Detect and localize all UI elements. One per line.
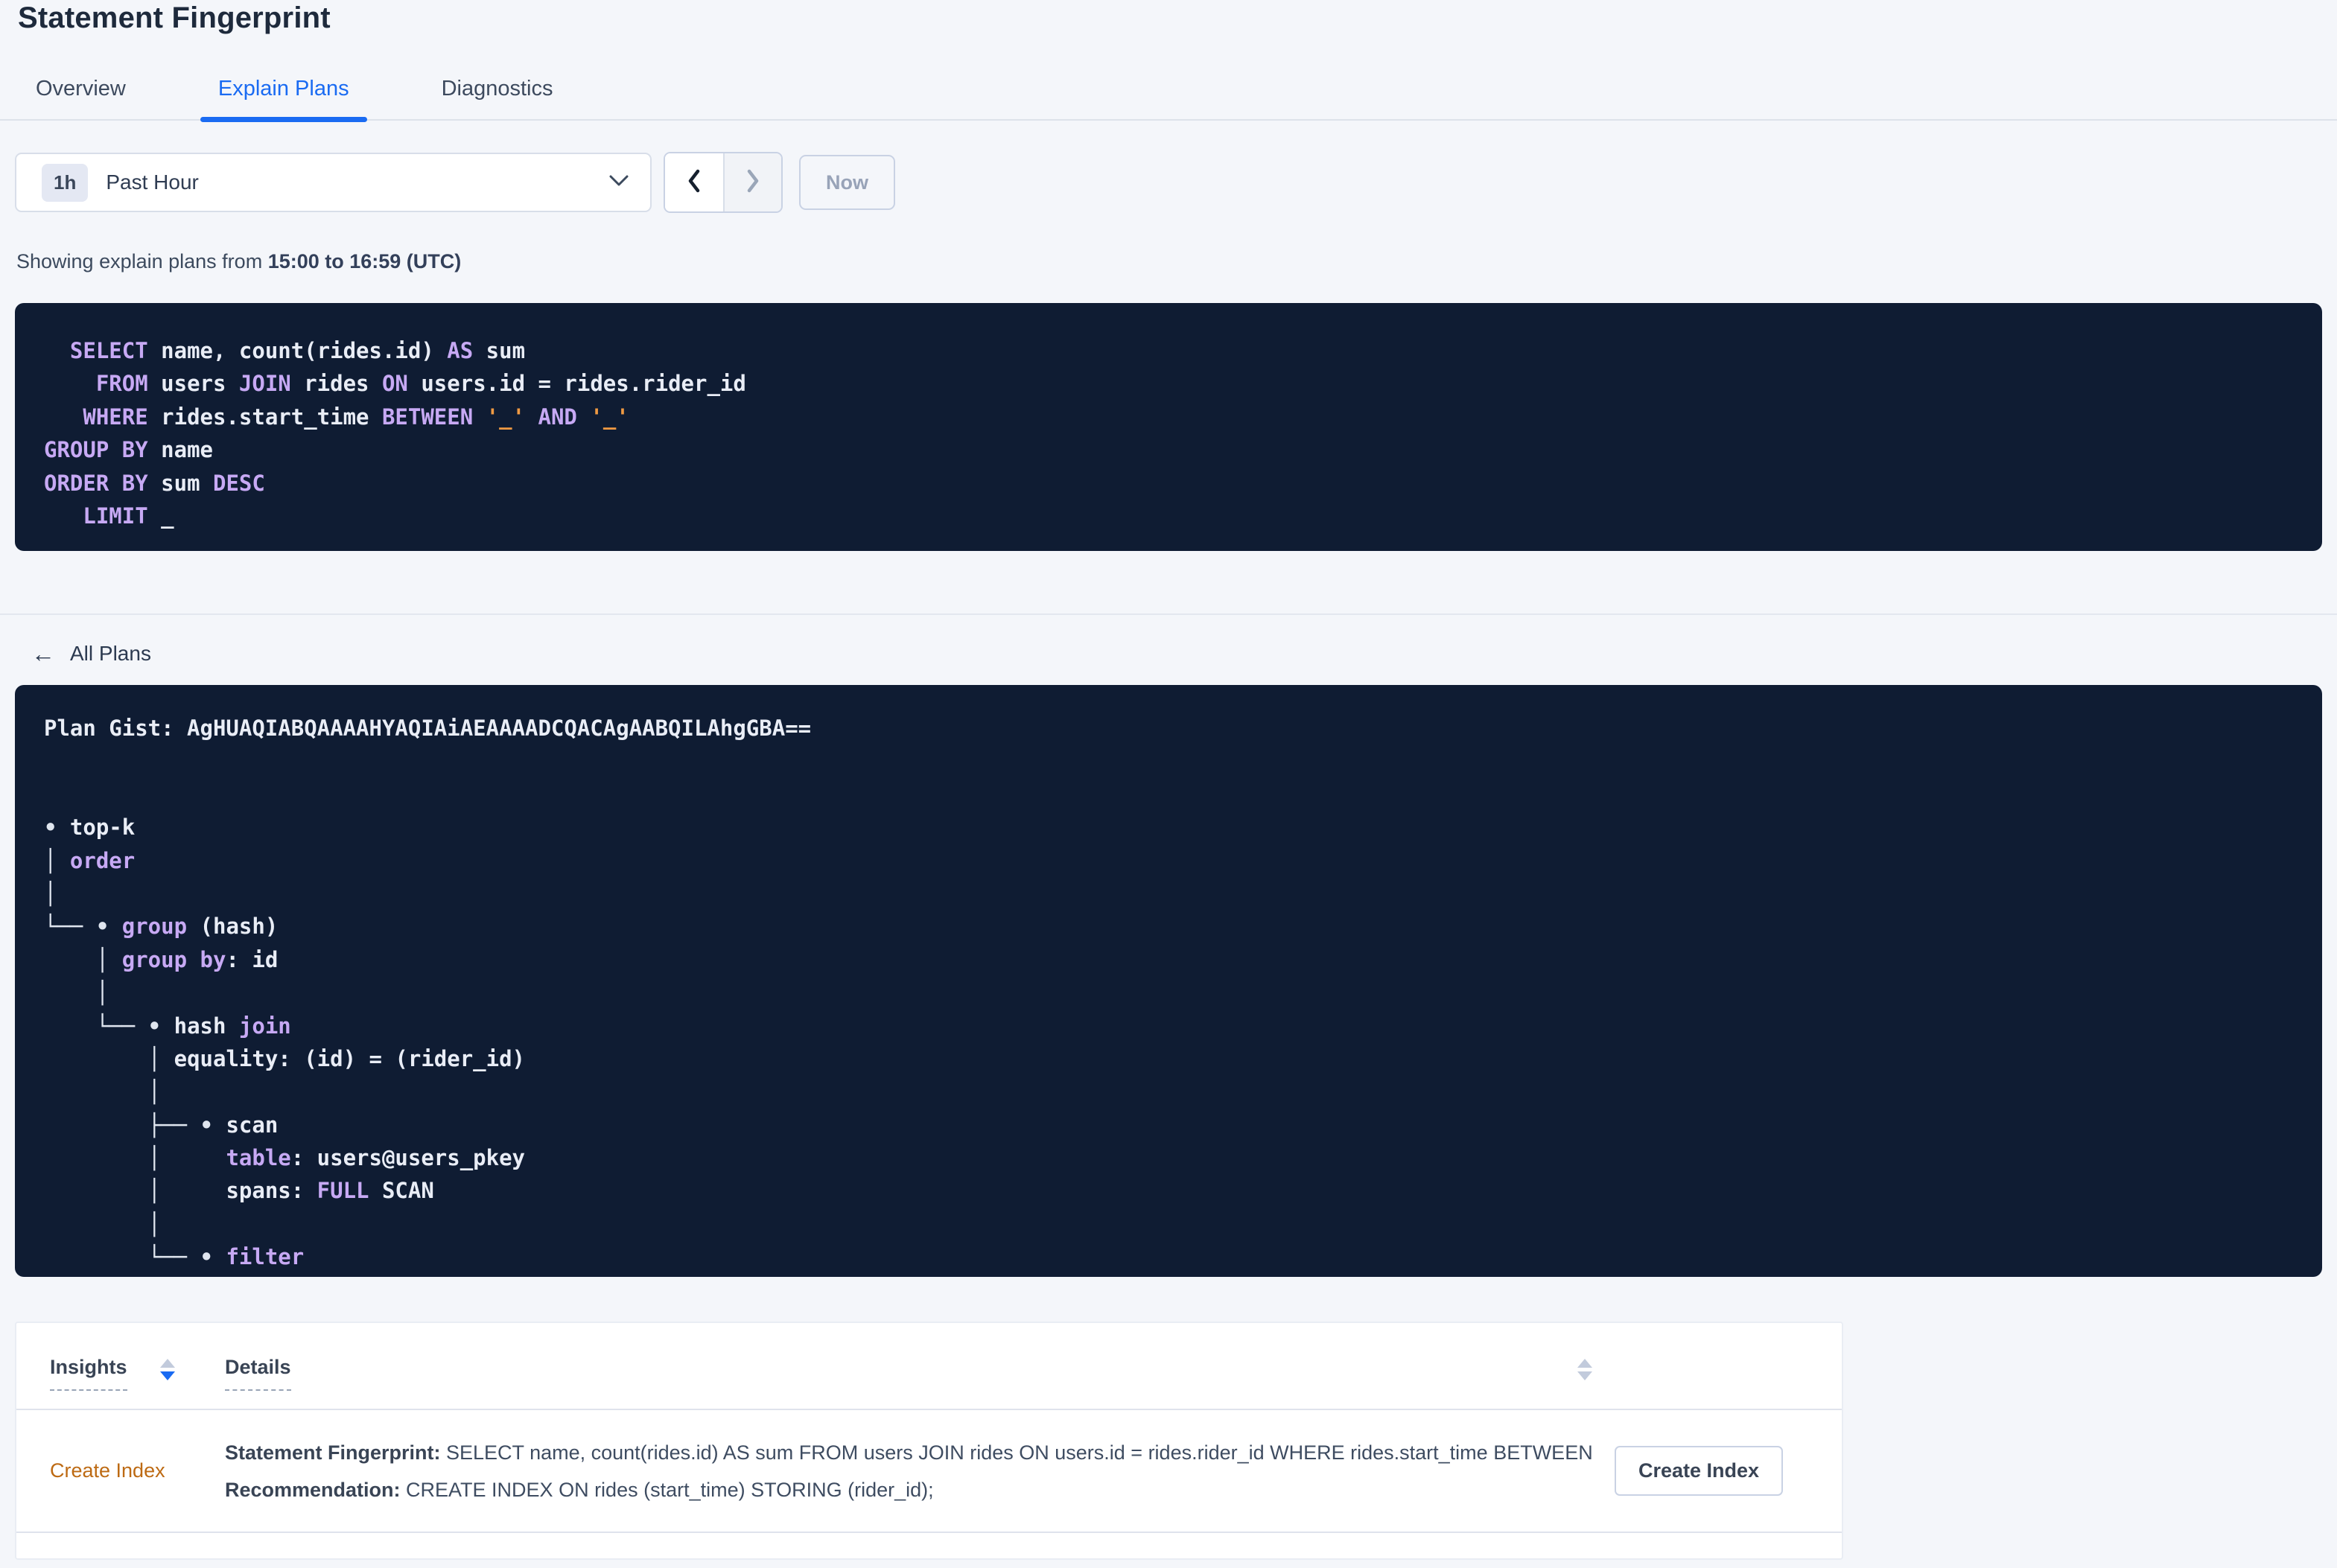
tab-overview-label: Overview xyxy=(36,77,126,101)
recommendation-text: CREATE INDEX ON rides (start_time) STORI… xyxy=(400,1478,934,1501)
sort-down-arrow xyxy=(1577,1371,1592,1380)
recommendation-line: Recommendation: CREATE INDEX ON rides (s… xyxy=(225,1475,1594,1505)
insight-create-index-link[interactable]: Create Index xyxy=(50,1459,165,1482)
time-range-label: Past Hour xyxy=(106,170,199,194)
column-header-insights[interactable]: Insights xyxy=(50,1356,127,1391)
time-picker-row: 1h Past Hour Now xyxy=(15,152,2337,213)
previous-interval-button[interactable] xyxy=(665,153,723,211)
insights-table-card: Insights Details Create Index Statement … xyxy=(15,1322,1843,1560)
plan-gist-code: Plan Gist: AgHUAQIABQAAAAHYAQIAiAEAAAADC… xyxy=(44,716,812,1270)
create-index-button[interactable]: Create Index xyxy=(1615,1446,1784,1496)
sort-icon-insights[interactable] xyxy=(159,1359,175,1380)
all-plans-back-link[interactable]: ← All Plans xyxy=(31,642,151,666)
plan-gist-block: Plan Gist: AgHUAQIABQAAAAHYAQIAiAEAAAADC… xyxy=(15,685,2322,1277)
tab-diagnostics[interactable]: Diagnostics xyxy=(424,77,571,119)
tab-explain-plans-label: Explain Plans xyxy=(217,77,349,101)
sort-down-arrow xyxy=(159,1371,175,1380)
recommendation-label: Recommendation: xyxy=(225,1478,401,1501)
sort-up-arrow xyxy=(159,1359,175,1368)
page-title: Statement Fingerprint xyxy=(18,1,331,34)
chevron-left-icon xyxy=(686,168,702,198)
column-header-details[interactable]: Details xyxy=(225,1356,291,1391)
arrow-left-icon: ← xyxy=(31,640,55,667)
next-interval-button[interactable] xyxy=(723,153,781,211)
tab-diagnostics-label: Diagnostics xyxy=(441,77,553,101)
time-pager xyxy=(664,152,783,213)
sql-statement-code: SELECT name, count(rides.id) AS sum FROM… xyxy=(44,338,746,529)
sql-statement-block: SELECT name, count(rides.id) AS sum FROM… xyxy=(15,303,2322,551)
section-divider xyxy=(0,614,2337,615)
statement-fingerprint-label: Statement Fingerprint: xyxy=(225,1441,441,1464)
statement-fingerprint-line: Statement Fingerprint: SELECT name, coun… xyxy=(225,1438,1594,1467)
sort-up-arrow xyxy=(1577,1359,1592,1368)
status-time-range: 15:00 to 16:59 (UTC) xyxy=(267,250,462,273)
showing-plans-status: Showing explain plans from 15:00 to 16:5… xyxy=(16,250,2337,273)
table-row: Create Index Statement Fingerprint: SELE… xyxy=(16,1410,1842,1533)
tab-explain-plans[interactable]: Explain Plans xyxy=(200,77,367,122)
all-plans-label: All Plans xyxy=(70,642,151,665)
card-footer xyxy=(16,1533,1842,1558)
time-range-badge: 1h xyxy=(42,163,89,202)
insights-table-header: Insights Details xyxy=(16,1323,1842,1409)
tab-bar: Overview Explain Plans Diagnostics xyxy=(0,77,2337,122)
now-button[interactable]: Now xyxy=(799,155,895,210)
status-prefix: Showing explain plans from xyxy=(16,250,268,273)
statement-fingerprint-text: SELECT name, count(rides.id) AS sum FROM… xyxy=(440,1441,1594,1464)
time-range-select[interactable]: 1h Past Hour xyxy=(15,153,652,212)
insight-details-cell: Statement Fingerprint: SELECT name, coun… xyxy=(225,1410,1615,1532)
chevron-right-icon xyxy=(745,168,761,198)
chevron-down-icon xyxy=(608,175,629,191)
active-tab-underline xyxy=(200,117,367,122)
tab-overview[interactable]: Overview xyxy=(18,77,144,119)
sort-icon-details[interactable] xyxy=(1577,1359,1592,1380)
